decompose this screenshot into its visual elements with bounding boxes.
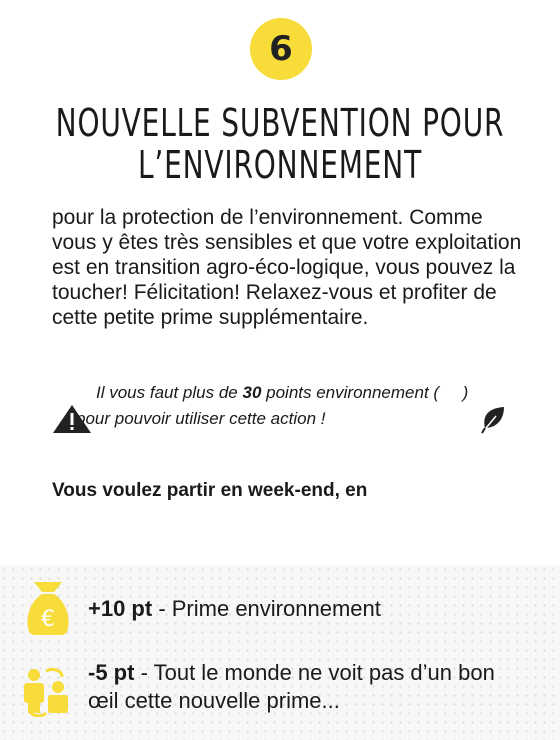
leaf-icon: [481, 407, 504, 434]
effect-row: +10 pt - Prime environnement: [88, 595, 528, 623]
card-number-badge: 6: [250, 18, 312, 80]
effect-text: - Tout le monde ne voit pas d’un bon œil…: [88, 660, 495, 713]
people-exchange-icon: [24, 667, 68, 717]
effect-points: +10 pt: [88, 596, 153, 621]
svg-text:€: €: [41, 607, 55, 632]
note-line-2: pour pouvoir utiliser cette action !: [76, 409, 326, 428]
warning-icon: [53, 405, 91, 433]
requirement-note: Il vous faut plus de 30 points environne…: [52, 380, 522, 432]
effect-text: - Prime environnement: [152, 596, 381, 621]
effect-points: -5 pt: [88, 660, 135, 685]
title-line-2: l’environnement: [137, 143, 423, 187]
note-text: Il vous faut plus de: [96, 383, 243, 402]
title-line-1: Nouvelle subvention pour: [55, 101, 505, 145]
effects-panel: € +10 pt - Prime environnement -5 pt - T…: [0, 565, 560, 740]
effect-row: -5 pt - Tout le monde ne voit pas d’un b…: [88, 659, 528, 715]
note-text-after: points environnement ( ): [261, 383, 469, 402]
money-bag-euro-icon: €: [27, 582, 69, 635]
question-text: Vous voulez partir en week-end, en: [52, 480, 368, 501]
note-value: 30: [242, 383, 262, 402]
card-title: Nouvelle subvention pour l’environnement: [50, 102, 509, 186]
card-description: pour la protection de l’environnement. C…: [52, 206, 522, 329]
